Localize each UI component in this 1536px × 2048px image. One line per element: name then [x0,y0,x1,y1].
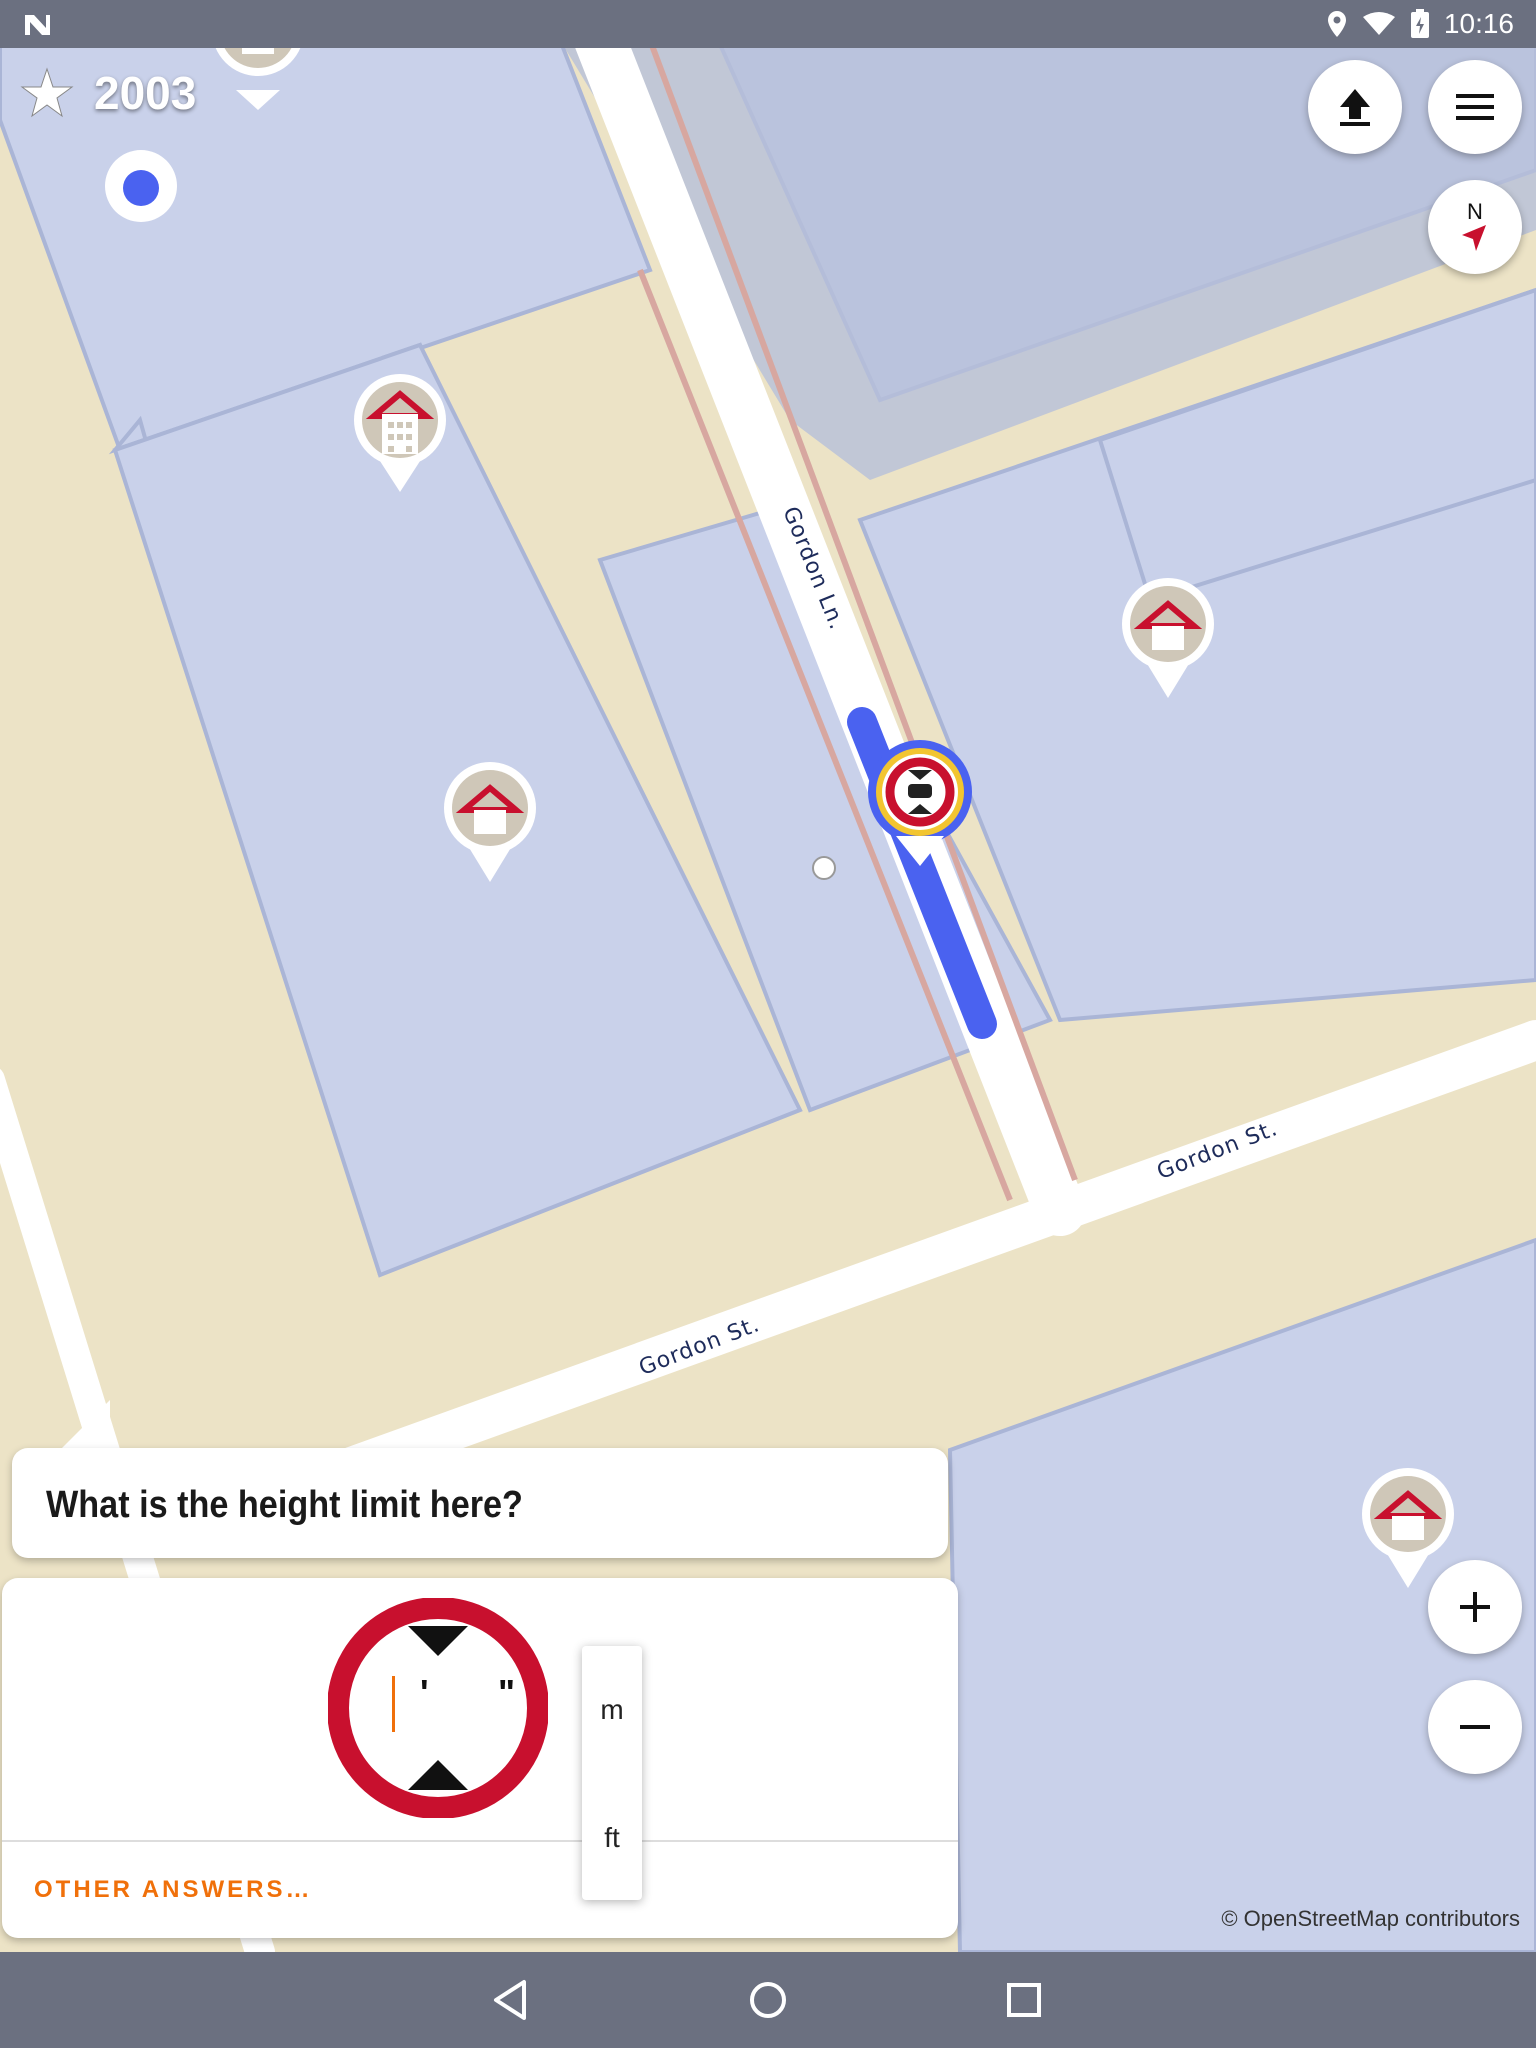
location-status-icon [1327,11,1346,37]
inch-mark: " [498,1672,516,1713]
quest-question: What is the height limit here? [46,1484,523,1526]
text-cursor [392,1676,395,1732]
house-pin-icon[interactable] [1122,578,1214,698]
system-nav-bar [0,1952,1536,2048]
unit-option-ft[interactable]: ft [582,1822,642,1854]
other-answers-button[interactable]: OTHER ANSWERS… [34,1876,312,1904]
back-nav-icon[interactable] [482,1970,542,2030]
home-nav-icon[interactable] [738,1970,798,2030]
battery-icon [1410,9,1429,38]
quest-question-bubble: What is the height limit here? [12,1448,948,1558]
apartment-pin-icon[interactable] [354,374,446,492]
compass-north-label: N [1467,199,1483,224]
wifi-icon [1362,12,1395,35]
status-bar: 10:16 [0,0,1536,48]
height-limit-quest-pin-icon[interactable] [868,740,972,866]
answered-count-value: 2003 [94,67,197,119]
compass-needle-icon [1462,225,1486,251]
house-pin-icon[interactable] [444,762,536,882]
menu-button[interactable] [1428,60,1522,154]
menu-icon [1456,94,1494,120]
map-attribution[interactable]: © OpenStreetMap contributors [1221,1906,1520,1932]
recents-nav-icon[interactable] [994,1970,1054,2030]
upload-icon [1340,89,1370,126]
zoom-out-button[interactable] [1428,1680,1522,1774]
status-time: 10:16 [1443,8,1514,39]
unit-option-m[interactable]: m [582,1694,642,1726]
inches-input[interactable] [442,1674,498,1734]
plus-icon [1460,1592,1490,1622]
quest-answer-panel: ' " OTHER ANSWERS… [2,1578,958,1938]
status-icons: 10:16 [1326,0,1514,48]
feet-mark: ' [420,1672,429,1713]
upload-button[interactable] [1308,60,1402,154]
minus-icon [1460,1725,1490,1729]
unit-select-dropdown[interactable]: m ft [582,1646,642,1900]
panel-divider [2,1840,958,1842]
house-pin-icon[interactable] [1362,1468,1454,1588]
star-icon [20,67,74,118]
compass-button[interactable]: N [1428,180,1522,274]
notification-n-icon [25,15,50,35]
bubble-tail [58,1400,110,1452]
zoom-in-button[interactable] [1428,1560,1522,1654]
answered-count[interactable]: 2003 [20,66,196,120]
